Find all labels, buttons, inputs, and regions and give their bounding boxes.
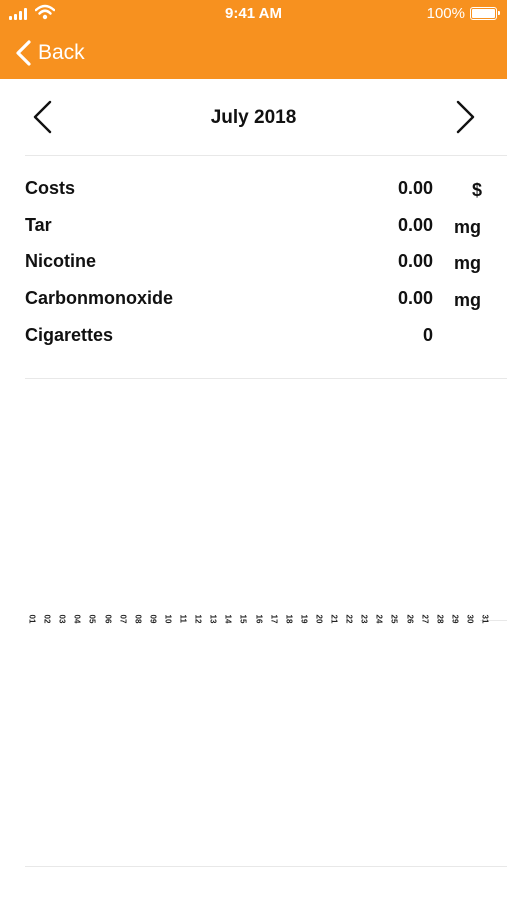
- x-tick-label-text: 30: [465, 614, 475, 624]
- x-tick-label: 22: [342, 613, 354, 643]
- x-tick-label: 08: [131, 613, 143, 643]
- chevron-left-icon: [16, 40, 31, 66]
- x-tick-label: 05: [85, 613, 97, 643]
- x-tick-label-text: 01: [27, 614, 37, 624]
- stat-label: Carbonmonoxide: [25, 288, 174, 309]
- x-tick-label-text: 21: [329, 614, 339, 624]
- x-tick-label-text: 12: [193, 614, 203, 624]
- status-bar: 9:41 AM 100%: [0, 0, 507, 28]
- x-tick-label: 02: [40, 613, 52, 643]
- x-tick-label: 19: [297, 613, 309, 643]
- x-tick-label-text: 06: [103, 614, 112, 624]
- stat-value: 0.00: [397, 251, 433, 272]
- stat-label: Cigarettes: [25, 324, 114, 345]
- stat-value: 0.00: [397, 178, 433, 198]
- x-tick-label: 12: [191, 613, 203, 643]
- x-tick-label: 16: [252, 613, 264, 643]
- x-tick-label-text: 18: [284, 614, 294, 624]
- x-tick-label-text: 31: [480, 614, 490, 624]
- x-tick-label-text: 05: [87, 614, 97, 624]
- x-tick-label: 28: [433, 613, 445, 643]
- x-tick-label-text: 03: [57, 614, 67, 624]
- x-tick-label: 13: [206, 613, 218, 643]
- stat-value: 0.00: [397, 288, 433, 309]
- x-tick-label: 29: [448, 613, 460, 643]
- x-tick-label-text: 09: [148, 614, 158, 624]
- x-tick-label-text: 19: [299, 614, 309, 624]
- battery-percentage: 100%: [426, 5, 465, 22]
- stat-unit: $: [472, 180, 483, 200]
- stat-row-nicotine: Nicotine 0.00 mg: [25, 245, 495, 282]
- stat-label: Costs: [25, 178, 76, 198]
- stat-row-tar: Tar 0.00 mg: [25, 209, 495, 246]
- x-tick-label-text: 25: [389, 614, 399, 624]
- x-tick-label-text: 10: [163, 614, 173, 624]
- x-tick-label-text: 13: [208, 614, 218, 624]
- x-tick-label: 17: [267, 613, 279, 643]
- x-tick-label: 04: [70, 613, 82, 643]
- x-tick-label: 06: [101, 613, 113, 643]
- month-navigator: July 2018: [0, 79, 507, 155]
- stats-list: Costs 0.00 $ Tar 0.00 mg Nicotine 0.00 m…: [25, 172, 495, 355]
- x-tick-label: 18: [282, 613, 294, 643]
- x-tick-label: 25: [387, 613, 399, 643]
- x-tick-label-text: 17: [269, 614, 279, 624]
- stat-unit: mg: [454, 253, 481, 274]
- x-tick-label-text: 15: [238, 614, 248, 624]
- x-tick-label-text: 22: [344, 614, 354, 624]
- next-month-button[interactable]: [450, 99, 480, 135]
- x-tick-label-text: 16: [254, 614, 263, 624]
- stat-label: Tar: [25, 214, 52, 235]
- x-tick-label: 10: [161, 613, 173, 643]
- x-tick-label: 07: [116, 613, 128, 643]
- x-tick-label: 09: [146, 613, 158, 643]
- x-tick-label: 31: [478, 613, 490, 643]
- x-tick-label-text: 26: [405, 614, 414, 624]
- x-tick-label: 23: [357, 613, 369, 643]
- x-tick-label-text: 04: [72, 614, 82, 624]
- divider: [25, 378, 507, 379]
- stat-row-costs: Costs 0.00 $: [25, 172, 495, 209]
- x-tick-label: 14: [221, 613, 233, 643]
- x-tick-label-text: 07: [118, 614, 128, 624]
- x-tick-label: 20: [312, 613, 324, 643]
- divider: [25, 866, 507, 867]
- battery-icon: [470, 7, 500, 20]
- month-title: July 2018: [210, 107, 297, 128]
- x-tick-label-text: 20: [314, 614, 324, 624]
- stat-unit: mg: [454, 290, 481, 311]
- divider: [25, 155, 507, 156]
- x-tick-label: 21: [327, 613, 339, 643]
- stat-row-carbonmonoxide: Carbonmonoxide 0.00 mg: [25, 282, 495, 319]
- x-tick-label: 30: [463, 613, 475, 643]
- x-tick-label-text: 02: [42, 614, 52, 624]
- x-tick-label-text: 28: [435, 614, 445, 624]
- x-tick-label: 11: [176, 613, 188, 643]
- stat-value: 0.00: [397, 214, 433, 235]
- stat-row-cigarettes: Cigarettes 0: [25, 319, 495, 356]
- x-tick-label: 27: [418, 613, 430, 643]
- back-button[interactable]: Back: [12, 38, 85, 68]
- x-tick-label: 24: [372, 613, 384, 643]
- x-tick-label: 01: [25, 613, 37, 643]
- x-tick-label-text: 29: [450, 614, 460, 624]
- x-tick-label: 26: [403, 613, 415, 643]
- daily-chart: 01 02 03 04 05 06 07 08 09 10 11 12 13 14 15 16 17 18 19 20…: [25, 380, 507, 865]
- x-tick-label-text: 14: [223, 614, 233, 624]
- stat-label: Nicotine: [25, 251, 97, 272]
- nav-header: 9:41 AM 100% Back: [0, 0, 507, 79]
- x-tick-label-text: 23: [359, 614, 369, 624]
- x-tick-label-text: 08: [133, 614, 143, 624]
- stat-unit: mg: [454, 216, 481, 237]
- x-tick-label-text: 27: [420, 614, 430, 624]
- back-label: Back: [38, 41, 85, 64]
- x-tick-label-text: 11: [178, 614, 188, 623]
- x-tick-label: 03: [55, 613, 67, 643]
- x-tick-label-text: 24: [374, 614, 384, 624]
- stat-value: 0: [422, 324, 433, 345]
- x-tick-label: 15: [236, 613, 248, 643]
